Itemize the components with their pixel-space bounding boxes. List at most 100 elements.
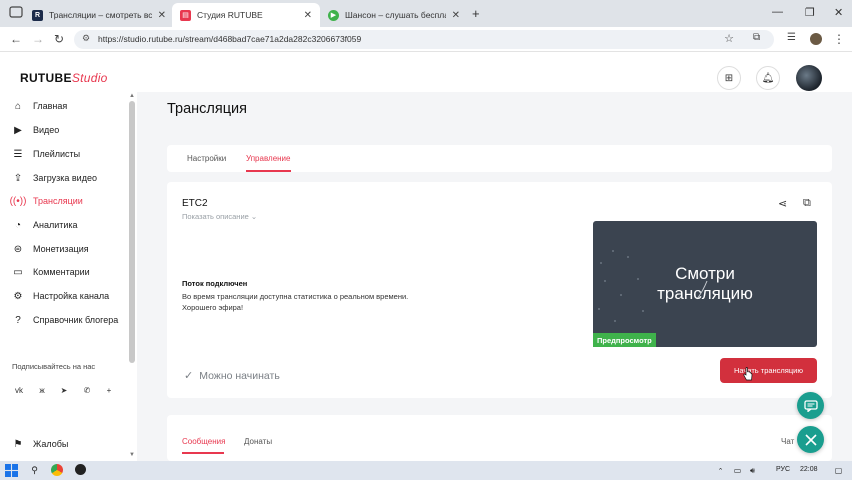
notification-center-icon[interactable]: ▢ <box>832 464 845 477</box>
active-tab-underline <box>246 170 291 172</box>
sidebar-item-label: Настройка канала <box>33 291 110 301</box>
sidebar-item-monetization[interactable]: ⊜ Монетизация <box>12 240 89 258</box>
profile-avatar[interactable] <box>810 33 822 45</box>
notifications-button[interactable]: 🔔︎ <box>756 66 780 90</box>
browser-tab-2[interactable]: ▤ Студия RUTUBE ✕ <box>172 3 320 27</box>
plus-square-icon: ⊞ <box>724 72 734 84</box>
tray-chevron-up-icon[interactable]: ⌃ <box>714 464 727 477</box>
menu-kebab-icon[interactable]: ⋮ <box>833 32 845 46</box>
sidebar-item-video[interactable]: ▶ Видео <box>12 121 59 139</box>
show-description-toggle[interactable]: Показать описание ⌄ <box>182 212 257 221</box>
window-close-button[interactable]: ✕ <box>834 6 843 19</box>
comments-icon: ▭ <box>13 266 23 278</box>
vk-icon[interactable]: vk <box>12 383 26 397</box>
social-title: Подписывайтесь на нас <box>12 362 96 371</box>
bookmark-star-icon[interactable]: ☆ <box>724 32 734 45</box>
clock-time[interactable]: 22:08 <box>800 466 818 473</box>
url-field[interactable]: ⚙ https://studio.rutube.ru/stream/d468ba… <box>74 30 774 49</box>
sidebar-item-label: Аналитика <box>33 220 78 230</box>
open-external-icon[interactable]: ⧉ <box>803 197 811 210</box>
extension-icon[interactable]: ⧉ <box>753 32 760 43</box>
tab-messages[interactable]: Сообщения <box>182 437 225 446</box>
sidebar-item-home[interactable]: ⌂ Главная <box>12 97 67 115</box>
start-stream-button[interactable]: Начать трансляцию <box>720 358 817 383</box>
sidebar-item-comments[interactable]: ▭ Комментарии <box>12 263 89 281</box>
site-info-icon[interactable]: ⚙ <box>82 33 90 44</box>
chat-label: Чат <box>781 437 795 446</box>
sidebar-item-complaints[interactable]: ⚑ Жалобы <box>12 435 69 453</box>
volume-icon[interactable]: 🔊︎ <box>746 464 759 477</box>
close-icon[interactable]: ✕ <box>304 10 312 21</box>
rutube-studio-logo[interactable]: RUTUBEStudio <box>20 71 108 85</box>
more-icon[interactable]: + <box>102 383 116 397</box>
chat-fab-button[interactable] <box>797 392 824 419</box>
address-bar: ← → ↻ ⚙ https://studio.rutube.ru/stream/… <box>0 27 852 52</box>
sidebar-item-label: Видео <box>33 125 60 135</box>
browser-tab-1[interactable]: R Трансляции – смотреть все в… ✕ <box>24 3 174 27</box>
stream-status-title: Поток подключен <box>182 279 248 288</box>
close-icon[interactable]: ✕ <box>158 10 166 21</box>
hand-cursor-icon <box>743 367 753 381</box>
ready-status: ✓ Можно начинать <box>184 369 280 383</box>
sidebar-item-label: Главная <box>33 101 68 111</box>
sidebar-item-playlists[interactable]: ☰ Плейлисты <box>12 145 81 163</box>
book-icon: ? <box>15 314 21 326</box>
sidebar-item-broadcasts[interactable]: ((•)) Трансляции <box>9 192 83 210</box>
reload-icon[interactable]: ↻ <box>54 32 64 46</box>
minimize-button[interactable]: — <box>772 6 783 18</box>
tab-settings[interactable]: Настройки <box>187 154 226 163</box>
scroll-up-arrow[interactable]: ▲ <box>129 93 135 99</box>
restore-button[interactable]: ❐ <box>805 6 815 19</box>
stream-preview[interactable]: Смотри трансляцию <box>593 221 817 347</box>
search-icon[interactable]: ⚲ <box>28 464 41 477</box>
bell-icon: 🔔︎ <box>761 72 775 84</box>
playlist-icon: ☰ <box>13 148 23 160</box>
browser-tab-label: Шансон – слушать бесплат… <box>345 10 446 20</box>
sidebar-item-analytics[interactable]: ◔ Аналитика <box>12 216 78 234</box>
scroll-down-arrow[interactable]: ▼ <box>129 452 135 458</box>
network-icon[interactable]: ▭ <box>731 464 744 477</box>
home-icon: ⌂ <box>14 100 22 112</box>
logo-sub-text: Studio <box>71 71 108 85</box>
close-icon[interactable]: ✕ <box>452 10 460 21</box>
broadcast-icon: ((•)) <box>9 195 27 207</box>
sidebar-item-label: Жалобы <box>33 439 69 449</box>
browser-tab-label: Студия RUTUBE <box>197 10 263 20</box>
forward-icon[interactable]: → <box>32 32 44 46</box>
sidebar-item-blogger-guide[interactable]: ? Справочник блогера <box>12 311 118 329</box>
sidebar-item-label: Монетизация <box>33 244 89 254</box>
tab-donations[interactable]: Донаты <box>244 437 272 446</box>
active-chat-tab-underline <box>182 452 224 454</box>
sidebar-item-channel-settings[interactable]: ⚙ Настройка канала <box>12 287 110 305</box>
rutube-icon: R <box>32 9 43 21</box>
sidebar-item-label: Справочник блогера <box>33 315 119 325</box>
obs-icon[interactable] <box>75 464 86 475</box>
close-fab-button[interactable] <box>797 426 824 453</box>
reading-list-icon[interactable]: ☰ <box>787 32 796 43</box>
sidebar-item-label: Загрузка видео <box>33 173 97 183</box>
ready-label: Можно начинать <box>199 369 280 382</box>
avatar[interactable] <box>796 65 822 91</box>
video-icon: ▶ <box>14 124 22 136</box>
rutube-studio-icon: ▤ <box>180 9 191 21</box>
show-description-label: Показать описание <box>182 212 249 221</box>
new-tab-button[interactable]: + <box>472 6 480 21</box>
viber-icon[interactable]: ✆ <box>80 383 94 397</box>
browser-tab-3[interactable]: ▶ Шансон – слушать бесплат… ✕ <box>320 3 468 27</box>
add-content-button[interactable]: ⊞ <box>717 66 741 90</box>
input-language[interactable]: РУС <box>776 466 790 473</box>
tab-search-icon[interactable] <box>9 5 23 19</box>
windows-taskbar: ⚲ ⌃ ▭ 🔊︎ РУС 22:08 ▢ <box>0 461 852 480</box>
back-icon[interactable]: ← <box>10 32 22 46</box>
url-text: https://studio.rutube.ru/stream/d468bad7… <box>98 34 362 44</box>
tab-management[interactable]: Управление <box>246 154 290 163</box>
share-icon[interactable]: ⋖ <box>778 197 787 210</box>
sidebar-scrollbar[interactable] <box>129 101 135 363</box>
sidebar-item-label: Трансляции <box>33 196 83 206</box>
telegram-icon[interactable]: ➤ <box>57 383 71 397</box>
stream-name: ETC2 <box>182 198 208 209</box>
sidebar-item-upload[interactable]: ⇪ Загрузка видео <box>12 169 97 187</box>
chrome-icon[interactable] <box>51 464 63 476</box>
ok-icon[interactable]: ж <box>35 383 49 397</box>
windows-start-icon[interactable] <box>5 464 18 477</box>
